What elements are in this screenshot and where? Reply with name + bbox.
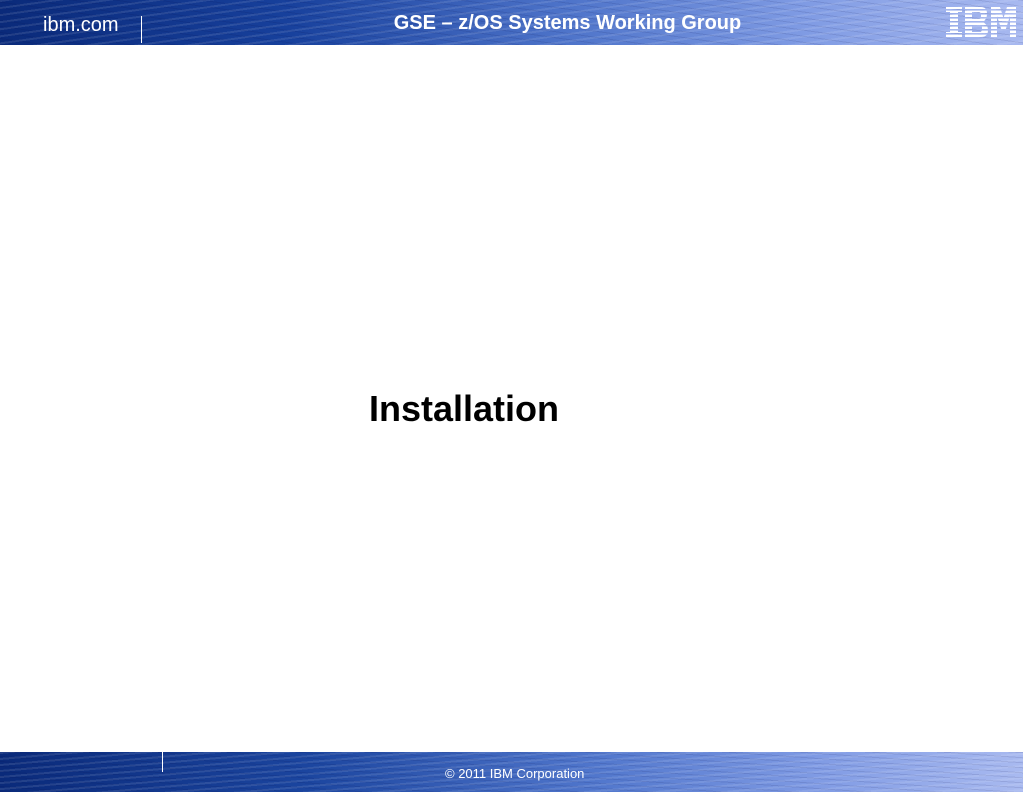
copyright-text: © 2011 IBM Corporation — [445, 766, 585, 781]
slide: ibm.com GSE – z/OS Systems Working Group — [0, 0, 1023, 792]
header-band: ibm.com GSE – z/OS Systems Working Group — [0, 0, 1023, 45]
footer-separator — [162, 752, 163, 772]
section-title: Installation — [369, 388, 560, 429]
ibm-logo-icon — [946, 7, 1016, 37]
presentation-title: GSE – z/OS Systems Working Group — [393, 12, 742, 34]
footer-band: © 2011 IBM Corporation — [0, 752, 1023, 792]
